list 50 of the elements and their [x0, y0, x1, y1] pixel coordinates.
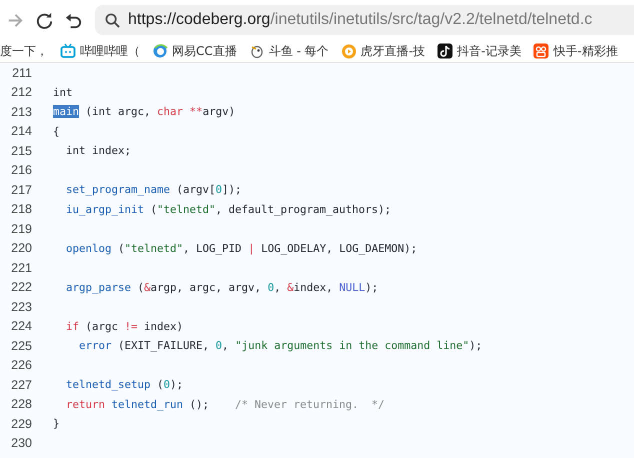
reload-icon[interactable] [35, 10, 54, 30]
code-line: set_program_name (argv[0]); [65, 183, 242, 196]
line-number: 227 [10, 378, 33, 392]
line-number: 219 [10, 222, 33, 236]
line-number: 215 [10, 144, 33, 158]
code-line: main (int argc, char **argv) [53, 105, 236, 118]
code-line: int [53, 86, 73, 99]
line-number: 218 [10, 202, 33, 216]
line-number: 229 [10, 416, 33, 431]
line-number: 221 [10, 260, 33, 275]
code-line: telnetd_setup (0); [65, 378, 184, 392]
line-number: 230 [10, 436, 33, 450]
camera-icon [533, 43, 550, 59]
line-number: 224 [10, 319, 33, 334]
code-line: argp_parse (&argp, argc, argv, 0, &index, NULL); [65, 280, 378, 294]
line-number: 217 [10, 182, 33, 197]
search-icon [105, 12, 120, 28]
code-line: int index; [65, 144, 132, 158]
swirl-icon [152, 43, 168, 59]
bookmark[interactable]: 快手-精彩推 [533, 42, 618, 60]
line-number: 211 [11, 66, 33, 80]
music-note-icon [437, 43, 454, 59]
bookmark[interactable]: 抖音-记录美 [437, 42, 522, 60]
line-number: 228 [10, 397, 33, 412]
bookmark[interactable]: 网易CC直播 [152, 42, 237, 60]
bird-icon [248, 43, 265, 59]
bookmark[interactable]: 哔哩哔哩（ [60, 42, 140, 60]
code-line: openlog ("telnetd", LOG_PID | LOG_ODELAY, LOG_DAEMON); [65, 242, 418, 255]
play-icon [340, 43, 357, 59]
code-line: iu_argp_init ("telnetd", default_program_authors); [65, 202, 392, 216]
line-number: 222 [10, 280, 33, 294]
line-number: 214 [10, 124, 33, 138]
line-number: 226 [10, 358, 33, 372]
code-line: if (argc != index) [65, 320, 184, 333]
bookmark[interactable]: 虎牙直播-技 [340, 42, 426, 60]
line-number: 216 [10, 163, 33, 178]
url-text: https://codeberg.org/inetutils/inetutils/src/tag/v2.2/telnetd/telnetd.c [128, 11, 592, 29]
line-number: 220 [10, 241, 33, 256]
line-number: 213 [10, 104, 33, 119]
line-number: 223 [10, 300, 33, 314]
code-line: { [53, 124, 60, 138]
bookmark[interactable]: 度一下， [0, 42, 48, 60]
bookmark[interactable]: 斗鱼 - 每个 [248, 42, 329, 60]
line-number: 212 [10, 85, 33, 100]
line-number: 225 [10, 338, 33, 353]
tv-icon [60, 43, 76, 59]
code-line: return telnetd_run (); /* Never returning. */ [65, 398, 385, 411]
code-line: } [53, 417, 60, 430]
address-bar[interactable]: https://codeberg.org/inetutils/inetutils/src/tag/v2.2/telnetd/telnetd.c [95, 5, 634, 35]
code-line: error (EXIT_FAILURE, 0, "junk arguments in the command line"); [78, 339, 482, 352]
